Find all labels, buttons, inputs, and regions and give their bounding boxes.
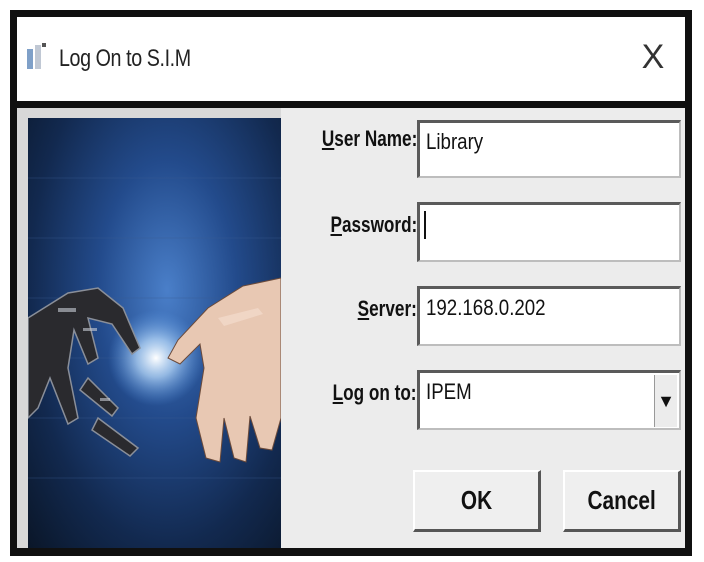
password-input[interactable] xyxy=(417,202,681,262)
splash-image xyxy=(28,118,281,548)
triangle-down-icon[interactable]: ▼ xyxy=(654,375,677,427)
hands-illustration xyxy=(28,177,281,479)
server-input[interactable]: 192.168.0.202 xyxy=(417,286,681,346)
user-name-input[interactable]: Library xyxy=(417,120,681,178)
logon-to-label: Log on to: xyxy=(333,380,417,405)
close-icon: X xyxy=(641,38,665,76)
logon-to-select[interactable]: IPEM ▼ xyxy=(417,370,681,430)
app-icon xyxy=(27,41,47,71)
dialog-body: User Name: Library Password: Server: 192… xyxy=(17,108,685,548)
text-caret xyxy=(424,211,426,239)
user-name-label: User Name: xyxy=(321,126,417,151)
ok-button[interactable]: OK xyxy=(413,470,541,532)
title-bar: Log On to S.I.M X xyxy=(17,17,685,101)
login-form: User Name: Library Password: Server: 192… xyxy=(281,108,685,548)
close-button[interactable]: X xyxy=(635,37,671,77)
window-title: Log On to S.I.M xyxy=(59,45,191,72)
cancel-button[interactable]: Cancel xyxy=(563,470,681,532)
password-label: Password: xyxy=(330,212,417,237)
server-label: Server: xyxy=(357,296,417,321)
